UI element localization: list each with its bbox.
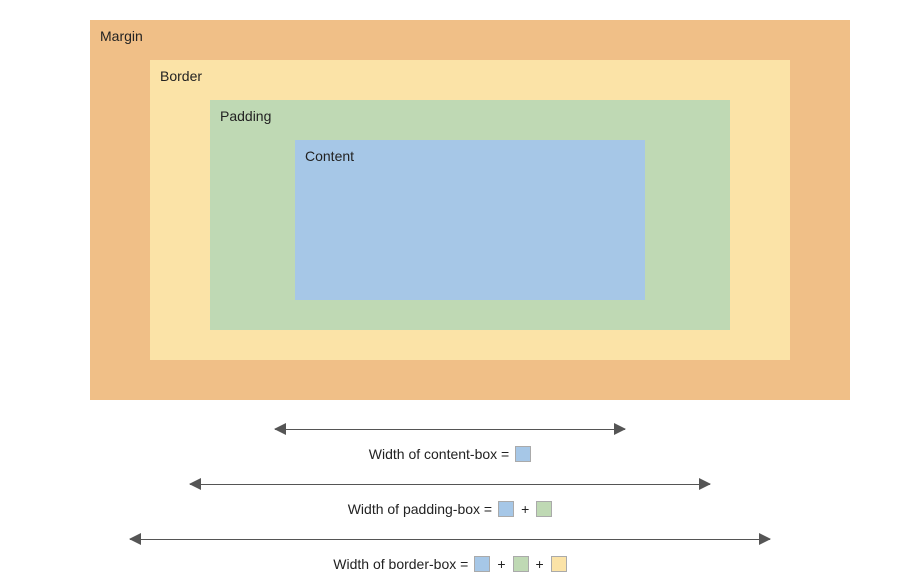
legend-padding-box: Width of padding-box = +: [0, 475, 900, 517]
legend-text: Width of padding-box =: [348, 501, 492, 517]
plus-sign: +: [521, 501, 529, 517]
arrow-right-icon: [759, 533, 771, 545]
arrow-right-icon: [699, 478, 711, 490]
content-box: Content: [295, 140, 645, 300]
swatch-padding-icon: [513, 556, 529, 572]
legend-text: Width of border-box =: [333, 556, 468, 572]
swatch-padding-icon: [536, 501, 552, 517]
css-box-model-diagram: Margin Border Padding Content Width of c…: [0, 0, 900, 588]
arrow-right-icon: [614, 423, 626, 435]
swatch-content-icon: [498, 501, 514, 517]
width-arrow-padding: [190, 475, 710, 495]
swatch-content-icon: [474, 556, 490, 572]
plus-sign: +: [536, 556, 544, 572]
width-arrow-content: [275, 420, 625, 440]
legend-text: Width of content-box =: [369, 446, 509, 462]
swatch-content-icon: [515, 446, 531, 462]
arrow-line: [130, 539, 770, 540]
legend-caption-border: Width of border-box = + +: [333, 556, 566, 572]
legend-caption-content: Width of content-box =: [369, 446, 531, 462]
legend-caption-padding: Width of padding-box = +: [348, 501, 553, 517]
width-arrow-border: [130, 530, 770, 550]
padding-label: Padding: [220, 108, 271, 124]
arrow-line: [190, 484, 710, 485]
legend-content-box: Width of content-box =: [0, 420, 900, 462]
arrow-line: [275, 429, 625, 430]
content-label: Content: [305, 148, 354, 164]
margin-label: Margin: [100, 28, 143, 44]
plus-sign: +: [497, 556, 505, 572]
border-label: Border: [160, 68, 202, 84]
legend-border-box: Width of border-box = + +: [0, 530, 900, 572]
swatch-border-icon: [551, 556, 567, 572]
